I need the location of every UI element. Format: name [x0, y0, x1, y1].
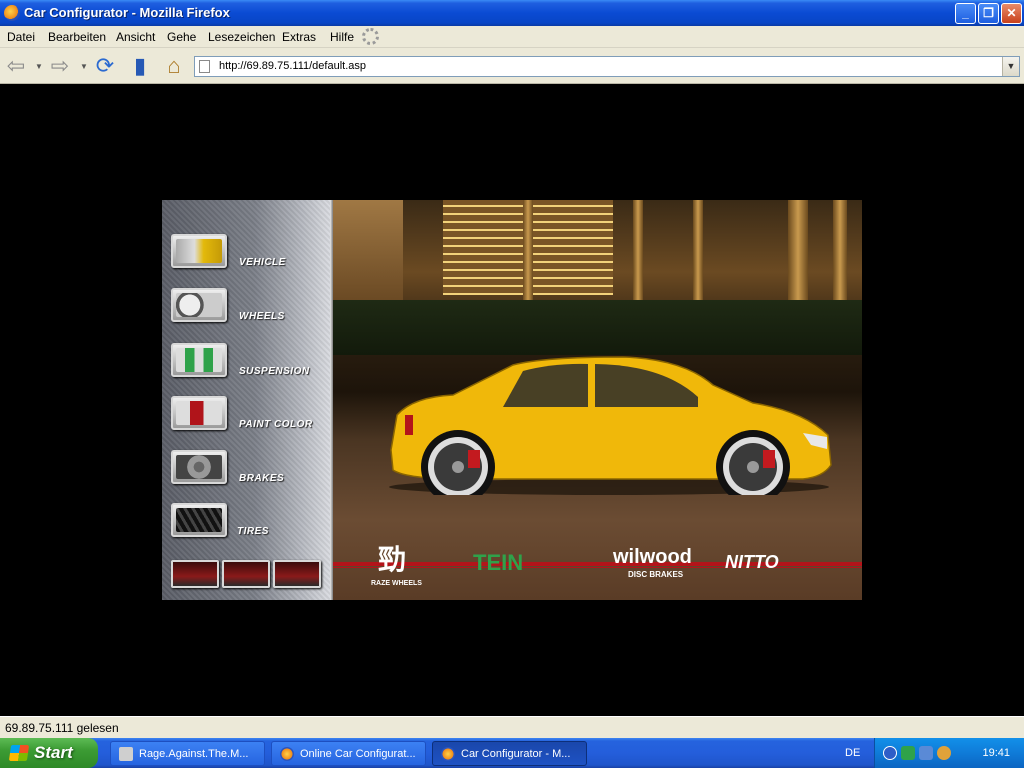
wheels-label[interactable]: WHEELS: [239, 311, 285, 322]
vehicle-thumb: [176, 239, 222, 263]
task-label: Rage.Against.The.M...: [139, 748, 249, 760]
url-dropdown-icon[interactable]: ▼: [1002, 57, 1019, 76]
taskbar-item-online-configurator[interactable]: Online Car Configurat...: [271, 741, 426, 766]
menu-gehe[interactable]: Gehe: [167, 30, 196, 44]
paint-thumb: [176, 401, 222, 425]
close-button[interactable]: ✕: [1001, 3, 1022, 24]
clock[interactable]: 19:41: [982, 747, 1010, 759]
page-content: VEHICLE WHEELS SUSPENSION PAINT COLOR BR…: [0, 84, 1024, 716]
wheels-thumb: [176, 293, 222, 317]
vehicle-label[interactable]: VEHICLE: [239, 257, 286, 268]
configurator-menu: VEHICLE WHEELS SUSPENSION PAINT COLOR BR…: [162, 200, 330, 600]
tray-volume-icon[interactable]: [937, 746, 951, 760]
back-dropdown-icon[interactable]: ▼: [34, 54, 44, 78]
paint-color-label[interactable]: PAINT COLOR: [239, 419, 313, 430]
url-bar[interactable]: http://69.89.75.111/default.asp ▼: [194, 56, 1020, 77]
brand-stripe: [333, 562, 862, 566]
nitto-logo: NITTO: [725, 552, 779, 572]
minimize-button[interactable]: _: [955, 3, 976, 24]
back-arrow-icon[interactable]: ⇦: [4, 53, 28, 78]
vehicle-button[interactable]: [171, 234, 227, 268]
network-icon[interactable]: [919, 746, 933, 760]
suspension-button[interactable]: [171, 343, 227, 377]
palm-tree: [523, 200, 533, 310]
rays-wheels-label: RAZE WHEELS: [371, 580, 422, 587]
palm-tree: [633, 200, 643, 310]
configurator-flash: VEHICLE WHEELS SUSPENSION PAINT COLOR BR…: [162, 200, 862, 600]
page-icon: [199, 60, 210, 73]
palm-tree: [833, 200, 847, 315]
brakes-label[interactable]: BRAKES: [239, 473, 284, 484]
brakes-button[interactable]: [171, 450, 227, 484]
taskbar-item-rage[interactable]: Rage.Against.The.M...: [110, 741, 265, 766]
taskbar-item-car-configurator[interactable]: Car Configurator - M...: [432, 741, 587, 766]
rays-logo: 勁: [378, 543, 407, 576]
wilwood-subtitle: DISC BRAKES: [628, 570, 684, 579]
task-label: Online Car Configurat...: [300, 748, 416, 760]
window-title: Car Configurator - Mozilla Firefox: [24, 5, 230, 20]
menu-bar: Datei Bearbeiten Ansicht Gehe Lesezeiche…: [0, 26, 1024, 48]
suspension-thumb: [176, 348, 222, 372]
maximize-button[interactable]: ❐: [978, 3, 999, 24]
home-icon[interactable]: ⌂: [162, 53, 186, 78]
menu-lesezeichen[interactable]: Lesezeichen: [208, 30, 275, 44]
palm-tree: [788, 200, 808, 315]
gallery-thumb-2[interactable]: [222, 560, 270, 588]
wheels-button[interactable]: [171, 288, 227, 322]
brakes-thumb: [176, 455, 222, 479]
bookmarks-icon[interactable]: ▮: [128, 53, 152, 78]
firefox-icon: [441, 747, 455, 761]
tires-button[interactable]: [171, 503, 227, 537]
menu-bearbeiten[interactable]: Bearbeiten: [48, 30, 106, 44]
firefox-icon: [4, 5, 20, 21]
building: [333, 200, 403, 300]
gallery-thumb-1[interactable]: [171, 560, 219, 588]
menu-datei[interactable]: Datei: [7, 30, 35, 44]
palm-tree: [693, 200, 703, 310]
forward-arrow-icon[interactable]: ⇨: [48, 53, 72, 78]
status-text: 69.89.75.111 gelesen: [5, 721, 119, 735]
windows-logo-icon: [8, 745, 30, 761]
url-input[interactable]: http://69.89.75.111/default.asp: [219, 60, 366, 72]
tires-label[interactable]: TIRES: [237, 526, 269, 537]
media-icon: [119, 747, 133, 761]
brand-stripe-thin: [333, 567, 862, 568]
forward-dropdown-icon[interactable]: ▼: [79, 54, 89, 78]
car-preview: 勁 RAZE WHEELS TEIN wilwood DISC BRAKES N…: [333, 200, 862, 600]
start-label: Start: [34, 743, 73, 762]
task-label: Car Configurator - M...: [461, 748, 571, 760]
suspension-label[interactable]: SUSPENSION: [239, 366, 310, 377]
title-bar: Car Configurator - Mozilla Firefox _ ❐ ✕: [0, 0, 1024, 26]
menu-ansicht[interactable]: Ansicht: [116, 30, 155, 44]
gallery-thumb-3[interactable]: [273, 560, 321, 588]
hedge: [333, 300, 862, 355]
taskbar: Start Rage.Against.The.M... Online Car C…: [0, 738, 1024, 768]
firefox-icon: [280, 747, 294, 761]
menu-extras[interactable]: Extras: [282, 30, 316, 44]
tein-logo: TEIN: [473, 550, 524, 575]
tires-thumb: [176, 508, 222, 532]
menu-hilfe[interactable]: Hilfe: [330, 30, 354, 44]
status-bar: 69.89.75.111 gelesen: [0, 716, 1024, 738]
tray-app-icon[interactable]: [901, 746, 915, 760]
tray-arrow-icon[interactable]: [883, 746, 897, 760]
car-image: [389, 356, 832, 495]
language-indicator[interactable]: DE: [845, 747, 860, 759]
wilwood-logo: wilwood: [613, 546, 692, 568]
paint-color-button[interactable]: [171, 396, 227, 430]
system-tray: DE 19:41: [845, 738, 1024, 768]
reload-icon[interactable]: ⟳: [93, 53, 117, 78]
throbber-icon: [362, 28, 379, 45]
start-button[interactable]: Start: [0, 738, 98, 768]
